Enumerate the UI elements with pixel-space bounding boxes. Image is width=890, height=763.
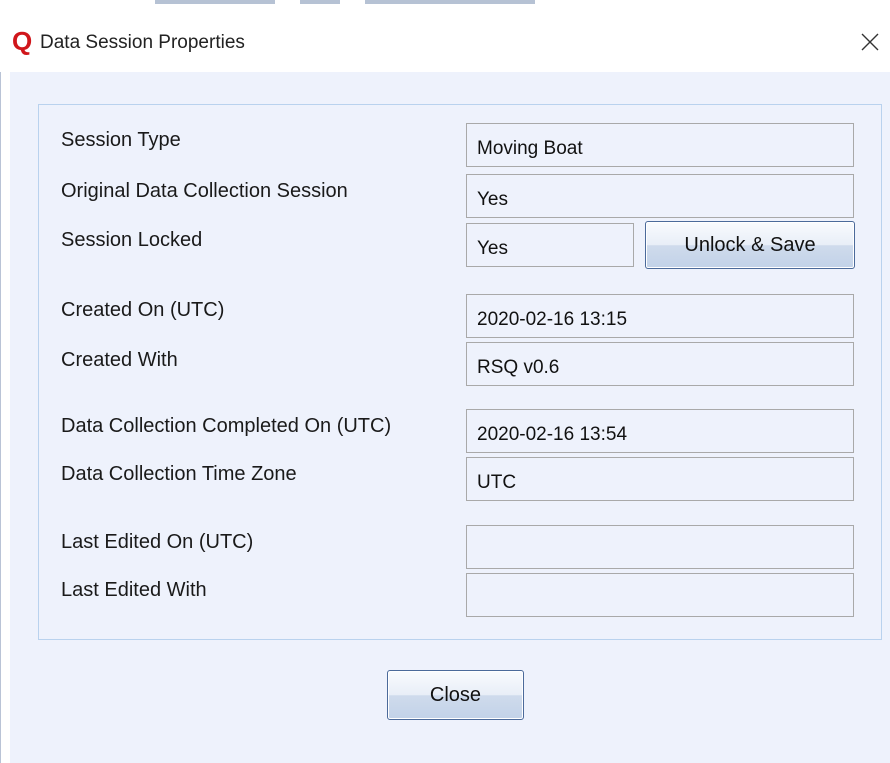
last-edited-on-label: Last Edited On (UTC): [61, 531, 254, 553]
original-session-label: Original Data Collection Session: [61, 180, 348, 202]
session-type-label: Session Type: [61, 129, 181, 151]
session-type-field: Moving Boat: [466, 123, 854, 167]
completed-on-field: 2020-02-16 13:54: [466, 409, 854, 453]
window-border: [0, 72, 1, 763]
title-bar[interactable]: Q Data Session Properties: [0, 14, 890, 72]
unlock-save-button[interactable]: Unlock & Save: [645, 221, 855, 269]
background-text-fragment: [300, 0, 340, 4]
q-logo-icon: Q: [12, 26, 33, 56]
dialog-client-area: Session Type Moving Boat Original Data C…: [10, 72, 890, 763]
window-title: Data Session Properties: [40, 32, 245, 53]
completed-on-label: Data Collection Completed On (UTC): [61, 415, 392, 437]
session-locked-label: Session Locked: [61, 229, 203, 251]
time-zone-field: UTC: [466, 457, 854, 501]
background-window-strip: [0, 0, 890, 14]
original-session-field: Yes: [466, 174, 854, 218]
close-icon[interactable]: [852, 24, 888, 60]
created-on-field: 2020-02-16 13:15: [466, 294, 854, 338]
created-on-label: Created On (UTC): [61, 299, 225, 321]
session-locked-field: Yes: [466, 223, 634, 267]
last-edited-with-field: [466, 573, 854, 617]
dialog-window: Q Data Session Properties Session Type M…: [0, 14, 890, 763]
created-with-label: Created With: [61, 349, 178, 371]
last-edited-with-label: Last Edited With: [61, 579, 207, 601]
background-text-fragment: [365, 0, 535, 4]
time-zone-label: Data Collection Time Zone: [61, 463, 297, 485]
close-button[interactable]: Close: [387, 670, 524, 720]
background-text-fragment: [155, 0, 275, 4]
last-edited-on-field: [466, 525, 854, 569]
created-with-field: RSQ v0.6: [466, 342, 854, 386]
properties-group: Session Type Moving Boat Original Data C…: [38, 104, 882, 640]
